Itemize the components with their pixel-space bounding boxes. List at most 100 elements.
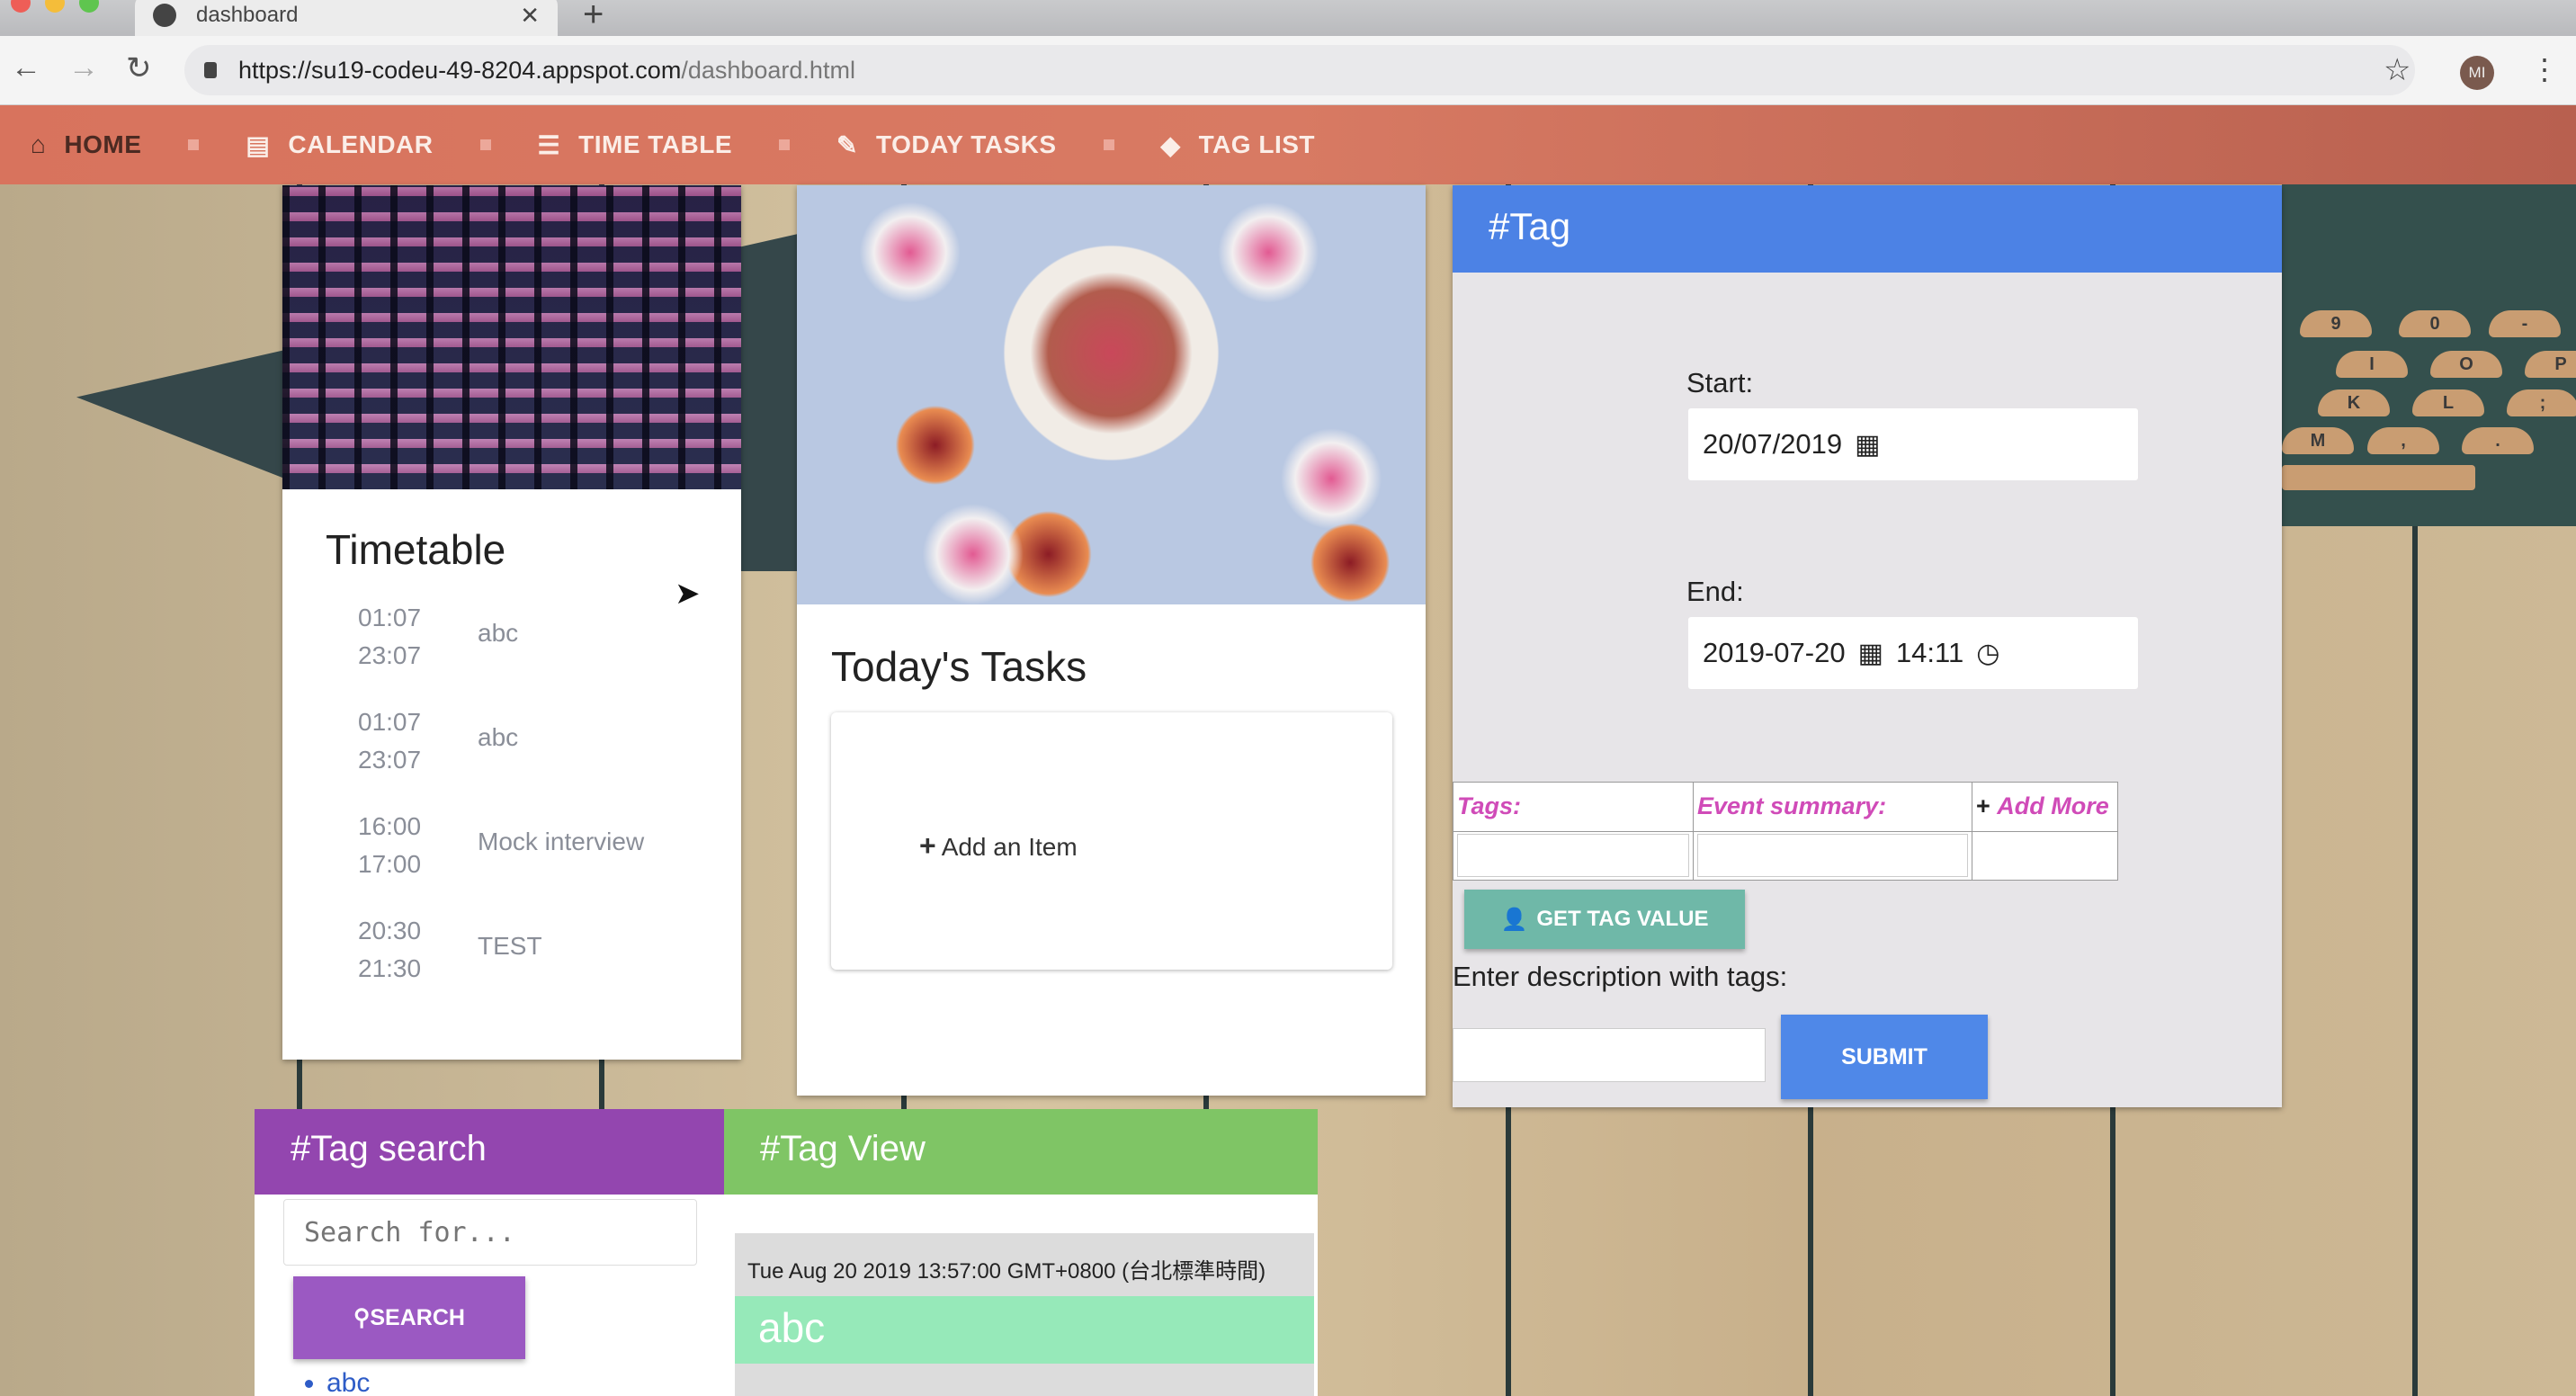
background-typewriter: 9 0 - I O P K L ; M , . [2282, 184, 2576, 526]
nav-label: CALENDAR [288, 130, 434, 158]
nav-label: TIME TABLE [578, 130, 733, 158]
end-label: End: [1686, 576, 1744, 607]
get-tag-value-label: GET TAG VALUE [1536, 907, 1709, 931]
tag-view-entry: Tue Aug 20 2019 13:57:00 GMT+0800 (台北標準時… [735, 1233, 1314, 1396]
url-bar[interactable]: https://su19-codeu-49-8204.appspot.com /… [184, 45, 2415, 95]
event-name: TEST [478, 932, 542, 960]
tags-input[interactable] [1457, 834, 1689, 878]
plus-icon: + [1976, 792, 1998, 820]
timetable-row[interactable]: 01:07 23:07 abc [358, 599, 718, 698]
tags-column-header: Tags: [1453, 782, 1694, 832]
url-host: https://su19-codeu-49-8204.appspot.com [238, 56, 682, 84]
today-tasks-card: Today's Tasks + Add an Item [797, 185, 1426, 1096]
main-nav: ⌂ HOME ▤ CALENDAR ☰ TIME TABLE ✎ TODAY TASKS… [0, 105, 2576, 184]
start-date-input[interactable]: 20/07/2019 ▦ [1688, 408, 2138, 480]
tag-icon: ◆ [1160, 130, 1181, 159]
url-path: /dashboard.html [681, 56, 855, 84]
nav-today-tasks[interactable]: ✎ TODAY TASKS [836, 130, 1056, 160]
nav-separator [1103, 139, 1114, 150]
timetable-row[interactable]: 16:00 17:00 Mock interview [358, 808, 718, 907]
timetable-row[interactable]: 01:07 23:07 abc [358, 703, 718, 802]
nav-tag-list[interactable]: ◆ TAG LIST [1161, 130, 1316, 160]
event-name: abc [478, 619, 519, 647]
window-zoom-icon[interactable] [79, 0, 99, 13]
browser-tab[interactable]: dashboard ✕ [135, 0, 558, 36]
start-label: Start: [1686, 367, 1754, 398]
search-results: abc [326, 1368, 370, 1396]
bookmark-star-icon[interactable]: ☆ [2384, 52, 2411, 88]
home-icon: ⌂ [31, 130, 47, 158]
start-time: 01:07 [358, 604, 422, 631]
profile-avatar[interactable]: MI [2460, 56, 2494, 90]
task-list: + Add an Item [831, 712, 1392, 970]
search-icon: ⚲ [353, 1305, 371, 1330]
event-summary-input[interactable] [1697, 834, 1968, 878]
today-tasks-title: Today's Tasks [831, 643, 1087, 690]
clock-icon[interactable]: ◷ [1976, 638, 1999, 669]
add-item-label: Add an Item [941, 833, 1078, 861]
tag-view-header: #Tag View [724, 1109, 1318, 1195]
add-item-button[interactable]: + Add an Item [919, 829, 1078, 863]
add-more-label: Add More [1997, 792, 2109, 820]
forward-icon[interactable]: → [68, 50, 99, 85]
event-name: Mock interview [478, 828, 645, 855]
description-input[interactable] [1453, 1028, 1766, 1082]
calendar-icon[interactable]: ▦ [1858, 638, 1883, 669]
entry-tag[interactable]: abc [735, 1296, 1314, 1364]
tag-card-header: #Tag [1453, 185, 2282, 273]
back-icon[interactable]: ← [11, 50, 41, 85]
tag-event-table: Tags: Event summary: + Add More [1453, 782, 2118, 881]
start-time: 01:07 [358, 708, 422, 736]
fruit-bowl-image [797, 185, 1426, 604]
end-time-value: 14:11 [1895, 637, 1964, 668]
add-more-button[interactable]: + Add More [1972, 782, 2118, 832]
search-input[interactable] [283, 1199, 697, 1266]
search-button[interactable]: ⚲SEARCH [293, 1276, 525, 1359]
end-time: 21:30 [358, 954, 422, 982]
event-summary-column-header: Event summary: [1693, 782, 1972, 832]
mouse-cursor-icon: ➤ [675, 577, 701, 611]
end-time: 23:07 [358, 641, 422, 669]
calendar-icon[interactable]: ▦ [1855, 429, 1880, 461]
building-image [282, 185, 741, 489]
nav-separator [188, 139, 200, 150]
tag-view-card: #Tag View Tue Aug 20 2019 13:57:00 GMT+0… [724, 1109, 1318, 1396]
tag-search-header: #Tag search [255, 1109, 724, 1195]
browser-tab-strip: dashboard ✕ + [0, 0, 2576, 36]
window-minimize-icon[interactable] [45, 0, 65, 13]
description-label: Enter description with tags: [1453, 961, 1788, 992]
end-time: 23:07 [358, 746, 422, 774]
new-tab-button[interactable]: + [583, 0, 604, 35]
globe-icon [153, 4, 176, 27]
nav-label: TODAY TASKS [876, 130, 1057, 158]
end-date-value: 2019-07-20 [1703, 637, 1846, 668]
browser-menu-icon[interactable]: ⋮ [2530, 52, 2559, 86]
end-time: 17:00 [358, 850, 422, 878]
close-tab-icon[interactable]: ✕ [520, 2, 540, 30]
nav-home[interactable]: ⌂ HOME [31, 130, 141, 159]
user-icon: 👤 [1500, 907, 1528, 932]
search-label: SEARCH [370, 1305, 465, 1330]
tag-search-card: #Tag search ⚲SEARCH abc [255, 1109, 724, 1396]
nav-separator [479, 139, 491, 150]
tab-title: dashboard [196, 3, 299, 27]
timetable-row[interactable]: 20:30 21:30 TEST [358, 912, 718, 1011]
event-name: abc [478, 723, 519, 751]
search-result-link[interactable]: abc [326, 1368, 370, 1396]
nav-label: TAG LIST [1198, 130, 1316, 158]
nav-calendar[interactable]: ▤ CALENDAR [246, 130, 433, 160]
nav-separator [779, 139, 791, 150]
start-time: 20:30 [358, 917, 422, 944]
submit-button[interactable]: SUBMIT [1781, 1015, 1988, 1099]
start-time: 16:00 [358, 812, 422, 840]
end-datetime-input[interactable]: 2019-07-20 ▦ 14:11 ◷ [1688, 617, 2138, 689]
nav-time-table[interactable]: ☰ TIME TABLE [538, 130, 733, 160]
entry-date: Tue Aug 20 2019 13:57:00 GMT+0800 (台北標準時… [747, 1259, 1266, 1284]
tag-card: #Tag Start: 20/07/2019 ▦ End: 2019-07-20… [1453, 185, 2282, 1107]
pencil-icon: ✎ [836, 130, 858, 159]
get-tag-value-button[interactable]: 👤 GET TAG VALUE [1464, 890, 1745, 949]
window-close-icon[interactable] [11, 0, 31, 13]
reload-icon[interactable]: ↻ [126, 50, 152, 86]
list-icon: ☰ [537, 130, 561, 159]
start-date-value: 20/07/2019 [1703, 428, 1843, 460]
